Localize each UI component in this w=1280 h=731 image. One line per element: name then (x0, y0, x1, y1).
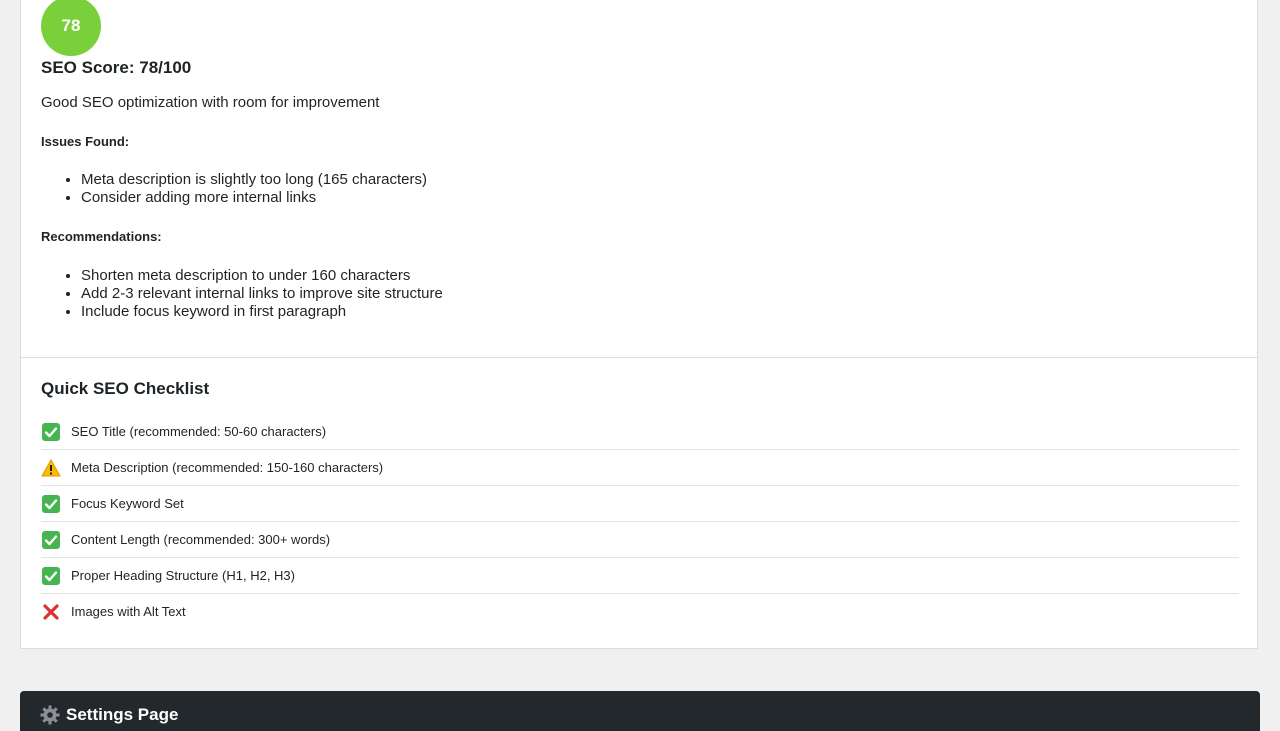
seo-analysis-panel: 78 SEO Score: 78/100 Good SEO optimizati… (20, 0, 1258, 649)
recommendation-item: Include focus keyword in first paragraph (81, 303, 443, 321)
checklist-label: Meta Description (recommended: 150-160 c… (71, 460, 384, 475)
checklist-label: Proper Heading Structure (H1, H2, H3) (71, 568, 295, 583)
check-icon (41, 494, 61, 514)
settings-page-header: Settings Page (20, 691, 1260, 731)
checklist-row-heading-structure: Proper Heading Structure (H1, H2, H3) (41, 558, 1239, 594)
recommendations-label: Recommendations: (41, 229, 162, 244)
settings-title-text: Settings Page (66, 705, 179, 724)
recommendation-item: Add 2-3 relevant internal links to impro… (81, 285, 443, 303)
seo-score-value: 78 (61, 16, 81, 35)
check-icon (41, 422, 61, 442)
issue-item: Meta description is slightly too long (1… (81, 171, 427, 189)
settings-page-title: Settings Page (40, 705, 178, 725)
seo-score-summary: Good SEO optimization with room for impr… (41, 94, 380, 111)
section-divider (21, 357, 1257, 358)
seo-score-title: SEO Score: 78/100 (41, 58, 192, 77)
checklist-label: Images with Alt Text (71, 604, 186, 619)
warning-icon (41, 458, 61, 478)
issues-label: Issues Found: (41, 134, 130, 149)
check-icon (41, 566, 61, 586)
checklist-row-seo-title: SEO Title (recommended: 50-60 characters… (41, 414, 1239, 450)
check-icon (41, 530, 61, 550)
recommendations-list: Shorten meta description to under 160 ch… (41, 267, 443, 321)
checklist-title: Quick SEO Checklist (41, 379, 210, 398)
issue-item: Consider adding more internal links (81, 189, 427, 207)
checklist-row-meta-description: Meta Description (recommended: 150-160 c… (41, 450, 1239, 486)
seo-score-circle: 78 (41, 0, 101, 56)
recommendation-item: Shorten meta description to under 160 ch… (81, 267, 443, 285)
checklist-label: Focus Keyword Set (71, 496, 184, 511)
cross-icon (41, 602, 61, 622)
gear-icon (40, 705, 60, 725)
checklist-label: Content Length (recommended: 300+ words) (71, 532, 331, 547)
checklist-row-focus-keyword: Focus Keyword Set (41, 486, 1239, 522)
checklist-row-content-length: Content Length (recommended: 300+ words) (41, 522, 1239, 558)
checklist-label: SEO Title (recommended: 50-60 characters… (71, 424, 327, 439)
checklist-row-image-alt-text: Images with Alt Text (41, 594, 1239, 629)
seo-checklist: SEO Title (recommended: 50-60 characters… (41, 414, 1239, 629)
issues-list: Meta description is slightly too long (1… (41, 171, 427, 207)
